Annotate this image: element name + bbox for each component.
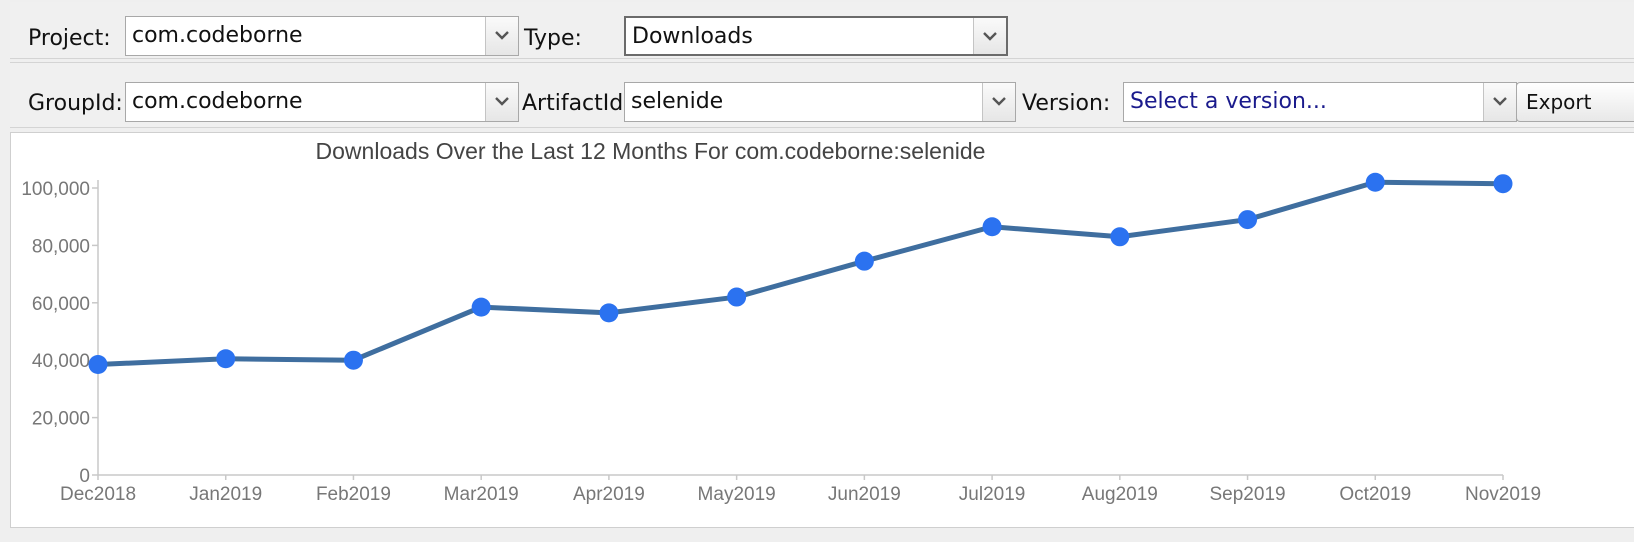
type-dropdown-button[interactable] xyxy=(973,18,1006,54)
data-point xyxy=(599,303,619,323)
app-root: Project: com.codeborne Type: Downloads G… xyxy=(0,0,1634,542)
data-point xyxy=(1493,174,1513,194)
data-point xyxy=(216,349,236,369)
project-dropdown-button[interactable] xyxy=(485,17,518,55)
data-point xyxy=(343,350,363,370)
chevron-down-icon xyxy=(495,97,509,106)
chevron-down-icon xyxy=(495,31,509,40)
version-select-placeholder: Select a version... xyxy=(1130,89,1327,114)
x-tick-label: Dec2018 xyxy=(60,484,136,505)
data-point xyxy=(982,217,1002,237)
x-tick-label: Jul2019 xyxy=(959,484,1026,505)
groupid-select[interactable]: com.codeborne xyxy=(125,82,519,122)
x-tick-label: Apr2019 xyxy=(573,484,645,505)
project-toolbar: Project: com.codeborne Type: Downloads xyxy=(10,2,1634,59)
y-tick-label: 20,000 xyxy=(32,409,90,430)
groupid-label: GroupId: xyxy=(28,91,123,116)
x-tick-label: Aug2019 xyxy=(1082,484,1158,505)
groupid-dropdown-button[interactable] xyxy=(485,83,518,121)
series-line xyxy=(97,179,1504,368)
y-tick-label: 100,000 xyxy=(21,179,90,200)
y-tick-label: 60,000 xyxy=(32,294,90,315)
chevron-down-icon xyxy=(992,97,1006,106)
data-point xyxy=(727,287,747,307)
data-point xyxy=(1238,210,1258,230)
project-select[interactable]: com.codeborne xyxy=(125,16,519,56)
y-tick-label: 40,000 xyxy=(32,351,90,372)
artifactid-select[interactable]: selenide xyxy=(624,82,1016,122)
data-point xyxy=(1110,227,1130,247)
project-label: Project: xyxy=(28,26,111,51)
type-select-value: Downloads xyxy=(632,24,753,49)
version-label: Version: xyxy=(1022,91,1111,116)
artifactid-dropdown-button[interactable] xyxy=(982,83,1015,121)
x-tick-label: Feb2019 xyxy=(316,484,391,505)
downloads-chart-panel: Downloads Over the Last 12 Months For co… xyxy=(10,132,1634,528)
chart-title: Downloads Over the Last 12 Months For co… xyxy=(316,138,986,164)
x-tick-label: Sep2019 xyxy=(1210,484,1286,505)
x-tick-label: Jun2019 xyxy=(828,484,901,505)
y-tick-label: 80,000 xyxy=(32,236,90,257)
chevron-down-icon xyxy=(983,32,997,41)
x-tick-label: Jan2019 xyxy=(189,484,262,505)
downloads-line-chart: Downloads Over the Last 12 Months For co… xyxy=(21,138,1541,505)
data-point xyxy=(88,355,108,375)
artifactid-select-value: selenide xyxy=(631,89,724,114)
version-dropdown-button[interactable] xyxy=(1483,83,1516,121)
x-tick-label: Mar2019 xyxy=(444,484,519,505)
type-label: Type: xyxy=(524,26,582,51)
data-point xyxy=(471,297,491,317)
data-point xyxy=(1365,172,1385,192)
version-select[interactable]: Select a version... xyxy=(1123,82,1517,122)
x-tick-label: Nov2019 xyxy=(1465,484,1541,505)
artifactid-label: ArtifactId: xyxy=(522,91,631,116)
export-button[interactable]: Export xyxy=(1516,82,1634,122)
x-tick-label: Oct2019 xyxy=(1339,484,1411,505)
data-point xyxy=(854,251,874,271)
type-select[interactable]: Downloads xyxy=(624,16,1008,56)
groupid-select-value: com.codeborne xyxy=(132,89,303,114)
chevron-down-icon xyxy=(1493,97,1507,106)
artifact-toolbar: GroupId: com.codeborne ArtifactId: selen… xyxy=(10,62,1634,128)
project-select-value: com.codeborne xyxy=(132,23,303,48)
x-tick-label: May2019 xyxy=(698,484,776,505)
